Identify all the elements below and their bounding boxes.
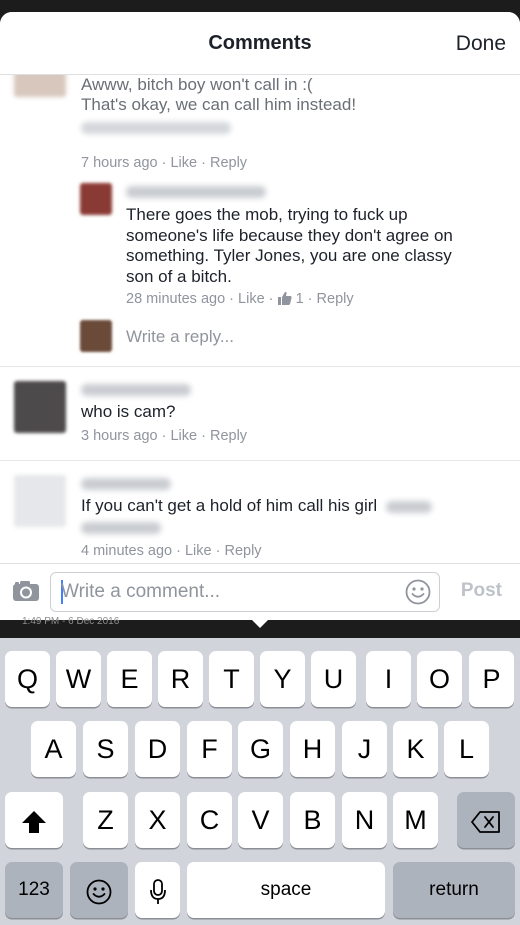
backspace-icon <box>471 810 501 833</box>
key-q[interactable]: Q <box>5 651 50 707</box>
divider <box>0 460 520 461</box>
key-b[interactable]: B <box>290 792 335 848</box>
key-u[interactable]: U <box>311 651 356 707</box>
comment-time: 3 hours ago <box>81 428 158 444</box>
key-m[interactable]: M <box>393 792 438 848</box>
comment-text-line: If you can't get a hold of him call his … <box>81 496 432 517</box>
emoji-key[interactable] <box>70 862 128 918</box>
key-g[interactable]: G <box>238 721 283 777</box>
reply-text-line: son of a bitch. <box>126 266 232 286</box>
comment-time: 4 minutes ago <box>81 543 173 559</box>
comment-text-line: Awww, bitch boy won't call in :( <box>81 75 313 94</box>
key-k[interactable]: K <box>393 721 438 777</box>
key-n[interactable]: N <box>342 792 387 848</box>
dictation-key[interactable] <box>135 862 180 918</box>
shift-icon <box>21 810 47 834</box>
divider <box>0 366 520 367</box>
camera-icon[interactable] <box>12 580 40 607</box>
reply-link[interactable]: Reply <box>210 155 247 171</box>
reply-text-line: someone's life because they don't agree … <box>126 225 453 245</box>
key-r[interactable]: R <box>158 651 203 707</box>
key-t[interactable]: T <box>209 651 254 707</box>
author-name[interactable] <box>81 478 171 490</box>
comment-list[interactable]: Awww, bitch boy won't call in :( That's … <box>0 75 520 563</box>
comment-composer: Post <box>0 563 520 620</box>
like-link[interactable]: Like <box>170 428 197 444</box>
key-i[interactable]: I <box>366 651 411 707</box>
avatar[interactable] <box>14 475 66 527</box>
comment-meta: 3 hours ago · Like · Reply <box>81 428 248 444</box>
space-key[interactable]: space <box>187 862 385 918</box>
comment-text-line: who is cam? <box>81 402 176 421</box>
key-d[interactable]: D <box>135 721 180 777</box>
timestamp: 1:49 PM - 6 Dec 2016 <box>22 616 120 627</box>
author-name[interactable] <box>126 186 266 198</box>
like-link[interactable]: Like <box>185 543 212 559</box>
post-button[interactable]: Post <box>461 580 502 602</box>
comment-text: If you can't get a hold of him call his … <box>81 496 378 515</box>
like-count: 1 <box>295 291 304 307</box>
microphone-icon <box>149 878 166 905</box>
reply-text-line: something. Tyler Jones, you are one clas… <box>126 246 452 265</box>
comment-meta: 4 minutes ago · Like · Reply <box>81 543 262 559</box>
comment-meta: 7 hours ago · Like · Reply <box>81 155 248 171</box>
key-o[interactable]: O <box>417 651 462 707</box>
shift-key[interactable] <box>5 792 63 848</box>
key-x[interactable]: X <box>135 792 180 848</box>
key-e[interactable]: E <box>107 651 152 707</box>
comment-field[interactable] <box>50 572 440 612</box>
comments-sheet: Comments Done Awww, bitch boy won't call… <box>0 12 520 620</box>
key-w[interactable]: W <box>56 651 101 707</box>
delete-key[interactable] <box>457 792 515 848</box>
avatar[interactable] <box>80 183 112 215</box>
key-s[interactable]: S <box>83 721 128 777</box>
like-link[interactable]: Like <box>238 291 265 307</box>
smiley-icon[interactable] <box>405 579 431 610</box>
numbers-key[interactable]: 123 <box>5 862 63 918</box>
popover-pointer <box>250 618 270 628</box>
reply-link[interactable]: Reply <box>210 428 247 444</box>
comment-time: 7 hours ago <box>81 155 158 171</box>
reply-link[interactable]: Reply <box>224 543 261 559</box>
keyboard: Q W E R T Y U I O P A S D F G H J K L Z … <box>0 638 520 925</box>
reply-text-line: There goes the mob, trying to fuck up <box>126 205 408 224</box>
thumbs-up-icon <box>277 291 292 309</box>
key-z[interactable]: Z <box>83 792 128 848</box>
author-name[interactable] <box>81 384 191 396</box>
key-j[interactable]: J <box>342 721 387 777</box>
redacted-phone <box>385 500 432 513</box>
key-v[interactable]: V <box>238 792 283 848</box>
key-l[interactable]: L <box>444 721 489 777</box>
header: Comments Done <box>0 12 520 75</box>
reply-meta: 28 minutes ago · Like · 1 · Reply <box>126 291 354 309</box>
key-f[interactable]: F <box>187 721 232 777</box>
comment-input[interactable] <box>59 577 393 607</box>
return-key[interactable]: return <box>393 862 515 918</box>
like-link[interactable]: Like <box>170 155 197 171</box>
key-a[interactable]: A <box>31 721 76 777</box>
emoji-icon <box>86 879 112 905</box>
comment-text-line: That's okay, we can call him instead! <box>81 95 357 114</box>
key-c[interactable]: C <box>187 792 232 848</box>
reply-link[interactable]: Reply <box>317 291 354 307</box>
reply-input[interactable]: Write a reply... <box>126 327 234 347</box>
key-h[interactable]: H <box>290 721 335 777</box>
key-p[interactable]: P <box>469 651 514 707</box>
avatar[interactable] <box>14 75 66 97</box>
page-title: Comments <box>208 32 312 54</box>
key-y[interactable]: Y <box>260 651 305 707</box>
redacted-phone <box>81 119 231 137</box>
done-button[interactable]: Done <box>456 32 506 56</box>
reply-time: 28 minutes ago <box>126 291 226 307</box>
redacted-phone <box>81 519 161 537</box>
avatar[interactable] <box>14 381 66 433</box>
avatar <box>80 320 112 352</box>
